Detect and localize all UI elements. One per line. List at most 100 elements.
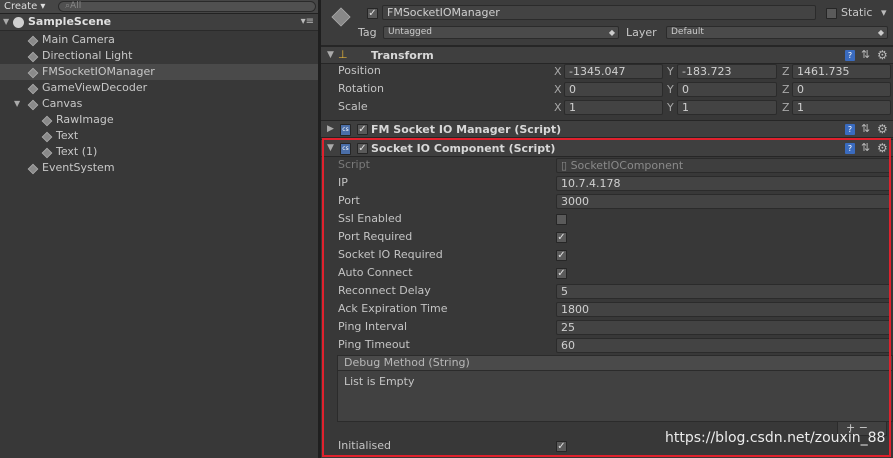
ping-interval-label: Ping Interval — [338, 320, 408, 333]
gameobject-icon — [27, 51, 37, 61]
ack-expiration-field[interactable]: 1800 — [556, 302, 891, 317]
hierarchy-search-input[interactable]: ⌕All — [58, 1, 316, 12]
socketio-required-checkbox[interactable]: ✓ — [556, 250, 567, 261]
reference-help-icon[interactable]: ? — [845, 143, 855, 154]
socket-component-header[interactable]: ▼ cs ✓ Socket IO Component (Script) ? ⇅ … — [321, 139, 893, 157]
reconnect-delay-label: Reconnect Delay — [338, 284, 431, 297]
hierarchy-item[interactable]: Directional Light — [0, 48, 318, 64]
scale-label: Scale — [338, 100, 368, 113]
rotation-label: Rotation — [338, 82, 385, 95]
script-field: ▯ SocketIOComponent — [556, 158, 891, 173]
preset-icon[interactable]: ⇅ — [861, 48, 870, 61]
gameobject-icon — [41, 115, 51, 125]
unity-editor: Create ▾ ⌕All ▼ SampleScene ▾≡ Main Came… — [0, 0, 893, 458]
ack-expiration-label: Ack Expiration Time — [338, 302, 448, 315]
static-checkbox[interactable] — [826, 8, 837, 19]
gameobject-icon — [27, 35, 37, 45]
gameobject-icon — [27, 163, 37, 173]
ping-interval-field[interactable]: 25 — [556, 320, 891, 335]
hierarchy-item[interactable]: EventSystem — [0, 160, 318, 176]
layer-dropdown[interactable]: Default ◆ — [666, 26, 888, 39]
reconnect-delay-field[interactable]: 5 — [556, 284, 891, 299]
collapse-arrow-icon[interactable]: ▼ — [327, 50, 334, 60]
initialised-label: Initialised — [338, 439, 391, 452]
port-field[interactable]: 3000 — [556, 194, 891, 209]
reference-help-icon[interactable]: ? — [845, 124, 855, 135]
static-label: Static — [841, 6, 873, 19]
ip-label: IP — [338, 176, 348, 189]
list-empty-label: List is Empty — [344, 375, 415, 388]
script-label: Script — [338, 158, 370, 171]
watermark-text: https://blog.csdn.net/zouxin_88 — [665, 430, 886, 446]
tag-dropdown[interactable]: Untagged ◆ — [383, 26, 619, 39]
gameobject-icon — [41, 147, 51, 157]
position-y-field[interactable]: -183.723 — [677, 64, 777, 79]
hierarchy-item-selected[interactable]: FMSocketIOManager — [0, 64, 318, 80]
position-label: Position — [338, 64, 381, 77]
hierarchy-item[interactable]: RawImage — [0, 112, 318, 128]
static-dropdown-arrow-icon[interactable]: ▾ — [881, 6, 887, 19]
initialised-checkbox[interactable]: ✓ — [556, 441, 567, 452]
gameobject-header: ✓ FMSocketIOManager Static ▾ Tag Untagge… — [321, 0, 893, 46]
socket-component-enabled-checkbox[interactable]: ✓ — [357, 143, 368, 154]
expand-arrow-icon[interactable]: ▶ — [327, 124, 334, 134]
expand-arrow-icon[interactable]: ▼ — [14, 96, 23, 112]
ip-field[interactable]: 10.7.4.178 — [556, 176, 891, 191]
gear-icon[interactable]: ⚙ — [877, 141, 888, 155]
hierarchy-item[interactable]: GameViewDecoder — [0, 80, 318, 96]
scale-x-field[interactable]: 1 — [564, 100, 663, 115]
hierarchy-item[interactable]: Main Camera — [0, 32, 318, 48]
gear-icon[interactable]: ⚙ — [877, 48, 888, 62]
scene-menu-icon[interactable]: ▾≡ — [301, 14, 314, 30]
gameobject-icon — [27, 83, 37, 93]
gameobject-icon — [27, 67, 37, 77]
hierarchy-item[interactable]: Text — [0, 128, 318, 144]
socketio-required-label: Socket IO Required — [338, 248, 443, 261]
position-z-field[interactable]: 1461.735 — [792, 64, 891, 79]
fm-manager-enabled-checkbox[interactable]: ✓ — [357, 124, 368, 135]
inspector-panel: ✓ FMSocketIOManager Static ▾ Tag Untagge… — [321, 0, 893, 458]
tag-label: Tag — [358, 26, 377, 39]
gear-icon[interactable]: ⚙ — [877, 122, 888, 136]
preset-icon[interactable]: ⇅ — [861, 122, 870, 135]
scene-name: SampleScene — [28, 15, 112, 28]
rotation-z-field[interactable]: 0 — [792, 82, 891, 97]
transform-axis-icon: ⊥ — [338, 48, 348, 61]
gameobject-icon — [329, 5, 351, 27]
port-required-label: Port Required — [338, 230, 413, 243]
unity-scene-icon — [13, 17, 24, 28]
port-label: Port — [338, 194, 360, 207]
ping-timeout-label: Ping Timeout — [338, 338, 410, 351]
ssl-enabled-label: Ssl Enabled — [338, 212, 402, 225]
script-icon: cs — [340, 124, 351, 136]
create-dropdown[interactable]: Create ▾ — [4, 0, 45, 13]
debug-method-list-header: Debug Method (String) — [337, 355, 893, 371]
hierarchy-item[interactable]: ▼ Canvas — [0, 96, 318, 112]
rotation-x-field[interactable]: 0 — [564, 82, 663, 97]
ping-timeout-field[interactable]: 60 — [556, 338, 891, 353]
active-checkbox[interactable]: ✓ — [367, 8, 378, 19]
hierarchy-item[interactable]: Text (1) — [0, 144, 318, 160]
position-x-field[interactable]: -1345.047 — [564, 64, 663, 79]
scale-z-field[interactable]: 1 — [792, 100, 891, 115]
gameobject-icon — [41, 131, 51, 141]
hierarchy-toolbar: Create ▾ ⌕All — [0, 0, 318, 14]
reference-help-icon[interactable]: ? — [845, 50, 855, 61]
expand-arrow-icon[interactable]: ▼ — [3, 14, 12, 30]
transform-header[interactable]: ▼ ⊥ Transform ? ⇅ ⚙ — [321, 46, 893, 64]
scene-row[interactable]: ▼ SampleScene ▾≡ — [0, 14, 318, 31]
hierarchy-panel: Create ▾ ⌕All ▼ SampleScene ▾≡ Main Came… — [0, 0, 318, 458]
script-icon: cs — [340, 143, 351, 155]
rotation-y-field[interactable]: 0 — [677, 82, 777, 97]
collapse-arrow-icon[interactable]: ▼ — [327, 143, 334, 153]
auto-connect-checkbox[interactable]: ✓ — [556, 268, 567, 279]
preset-icon[interactable]: ⇅ — [861, 141, 870, 154]
scale-y-field[interactable]: 1 — [677, 100, 777, 115]
layer-label: Layer — [626, 26, 657, 39]
object-name-field[interactable]: FMSocketIOManager — [382, 5, 816, 20]
auto-connect-label: Auto Connect — [338, 266, 413, 279]
port-required-checkbox[interactable]: ✓ — [556, 232, 567, 243]
fm-manager-header[interactable]: ▶ cs ✓ FM Socket IO Manager (Script) ? ⇅… — [321, 120, 893, 138]
gameobject-icon — [27, 99, 37, 109]
ssl-enabled-checkbox[interactable] — [556, 214, 567, 225]
